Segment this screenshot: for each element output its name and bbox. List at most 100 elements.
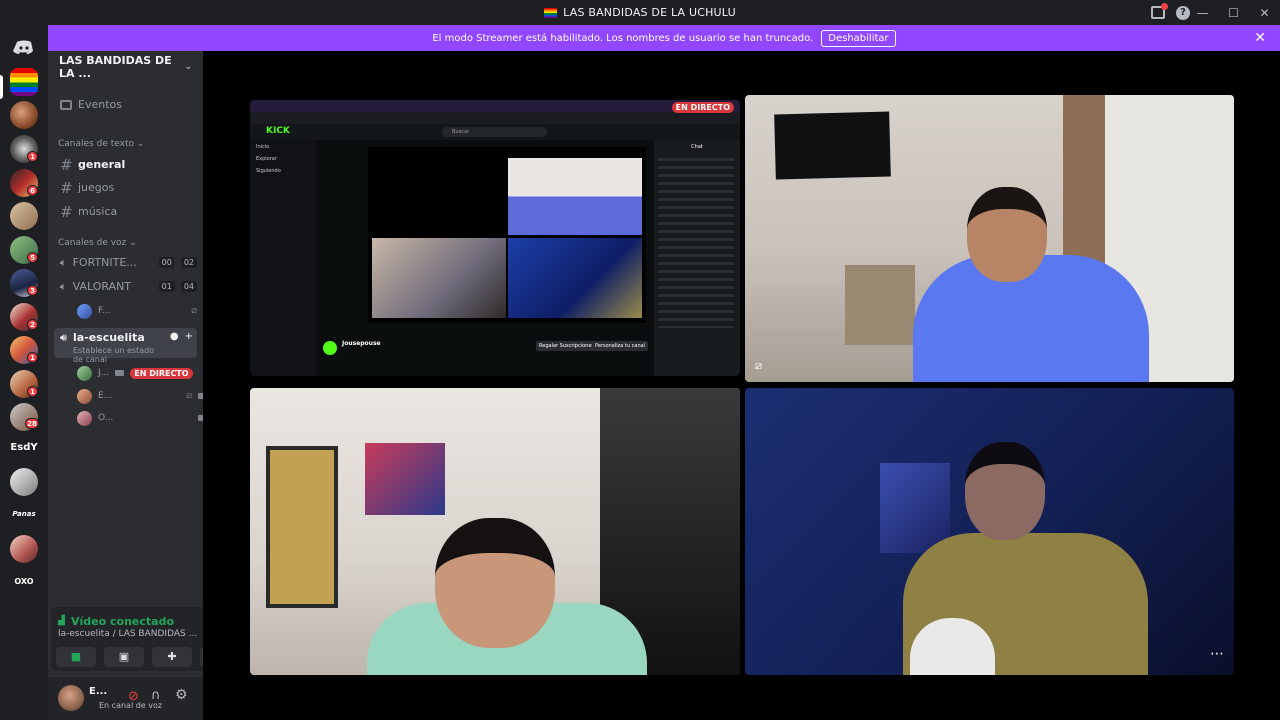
channel-label: la-escuelita — [72, 331, 145, 344]
signal-icon: ▟ — [58, 616, 65, 626]
video-stage: EN DIRECTO KICK Buscar Inicio Explorar S… — [203, 51, 1280, 720]
voice-user[interactable]: O... — [77, 408, 207, 428]
nested-video — [508, 238, 642, 318]
window-controls: — ☐ ✕ — [1187, 0, 1280, 25]
chat-icon[interactable]: ● — [170, 331, 179, 342]
notification-badge: 1 — [27, 386, 38, 397]
server-icon[interactable] — [10, 535, 38, 563]
live-badge: EN DIRECTO — [130, 367, 193, 379]
channel-label: FORTNITE... — [72, 256, 137, 269]
server-icon[interactable] — [10, 101, 38, 129]
camera-button[interactable]: ■ — [56, 647, 96, 667]
active-server-pill — [0, 75, 3, 99]
server-text-panas[interactable]: Panas — [4, 510, 44, 518]
user-limit: 04 — [180, 281, 197, 292]
voice-location[interactable]: la-escuelita / LAS BANDIDAS ... — [58, 629, 197, 639]
voice-user[interactable]: J... EN DIRECTO — [77, 363, 193, 383]
browser-tabs — [250, 100, 740, 112]
muted-mic-icon[interactable]: ⊘ — [128, 689, 139, 704]
server-name: LAS BANDIDAS DE LA ... — [59, 54, 172, 80]
minimize-button[interactable]: — — [1187, 6, 1218, 20]
headphones-icon[interactable]: ∩ — [151, 688, 161, 703]
avatar — [77, 388, 92, 404]
video-tile[interactable]: ⋯ — [745, 388, 1234, 675]
channel-label: general — [78, 158, 126, 171]
close-banner-icon[interactable]: ✕ — [1254, 30, 1266, 46]
server-rail: 1 6 5 3 2 1 1 28 EsdY Panas OXO — [0, 25, 48, 720]
server-icon[interactable] — [10, 468, 38, 496]
channel-juegos[interactable]: # juegos — [54, 177, 197, 198]
kick-nav-item[interactable]: Explorar — [256, 156, 310, 162]
server-text-esdy[interactable]: EsdY — [4, 442, 44, 453]
voice-channel-la-escuelita[interactable]: 🔊︎ la-escuelita Establece un estado de c… — [54, 328, 197, 364]
hash-icon: # — [60, 155, 73, 174]
speaker-icon: 🔈︎ — [60, 255, 67, 269]
discord-home-icon[interactable] — [10, 33, 38, 61]
window-title-text: LAS BANDIDAS DE LA UCHULU — [563, 6, 736, 19]
streamer-name: Jousepouse — [342, 340, 381, 347]
customize-button[interactable]: Personaliza tu canal — [592, 341, 649, 351]
close-window-button[interactable]: ✕ — [1249, 6, 1280, 20]
video-tile[interactable]: ⧄ — [745, 95, 1234, 382]
events-item[interactable]: Eventos — [54, 94, 197, 115]
voice-category-label: Canales de voz — [58, 238, 127, 248]
chat-lines — [658, 158, 734, 328]
server-header[interactable]: LAS BANDIDAS DE LA ... ⌄ — [48, 51, 203, 83]
notification-badge: 28 — [25, 418, 39, 429]
kick-nav-item[interactable]: Siguiendo — [256, 168, 310, 174]
server-icon[interactable] — [10, 202, 38, 230]
avatar — [77, 365, 92, 381]
gear-icon[interactable]: ⚙︎ — [175, 687, 188, 703]
disable-streamer-button[interactable]: Deshabilitar — [821, 29, 896, 47]
inbox-icon[interactable] — [1151, 3, 1168, 19]
notification-badge: 6 — [27, 185, 38, 196]
user-limit: 02 — [180, 257, 197, 268]
user-count: 01 — [158, 281, 175, 292]
calendar-icon — [60, 99, 72, 110]
avatar — [77, 303, 92, 319]
user-count: 00 — [158, 257, 175, 268]
user-name: E... — [89, 686, 108, 697]
browser-address-bar — [250, 112, 740, 124]
video-tile[interactable] — [250, 388, 740, 675]
user-avatar[interactable] — [58, 685, 84, 711]
add-user-icon[interactable]: + — [185, 331, 193, 342]
notification-badge: 1 — [27, 151, 38, 162]
kick-header: KICK Buscar — [250, 124, 740, 140]
hash-icon: # — [60, 202, 73, 221]
nested-video — [508, 158, 642, 235]
search-input[interactable]: Buscar — [442, 127, 547, 137]
channel-general[interactable]: # general — [54, 154, 197, 175]
channel-sidebar: LAS BANDIDAS DE LA ... ⌄ Eventos Canales… — [48, 51, 245, 720]
voice-connected-status[interactable]: Vídeo conectado — [71, 615, 174, 628]
channel-status[interactable]: Establece un estado de canal — [73, 346, 164, 364]
activity-button[interactable]: ✚ — [152, 647, 192, 667]
user-panel: E... En canal de voz ⊘ ∩ ⚙︎ — [48, 677, 203, 720]
subscribe-button[interactable]: Regalar Suscripciones — [536, 341, 598, 351]
server-rainbow-icon[interactable] — [10, 68, 38, 96]
text-category-header[interactable]: Canales de texto ⌄ — [58, 139, 144, 149]
voice-channel-fortnite[interactable]: 🔈︎ FORTNITE... 00 02 — [54, 252, 197, 273]
kick-logo: KICK — [266, 126, 290, 136]
pride-flag-icon — [544, 7, 558, 18]
voice-category-header[interactable]: Canales de voz ⌄ — [58, 238, 137, 248]
title-bar: LAS BANDIDAS DE LA UCHULU ? — ☐ ✕ — [0, 0, 1280, 25]
channel-musica[interactable]: # música — [54, 201, 197, 222]
server-text-oxo[interactable]: OXO — [4, 577, 44, 586]
screen-share-button[interactable]: ▣ — [104, 647, 144, 667]
notification-badge: 3 — [27, 285, 38, 296]
channel-label: juegos — [78, 181, 115, 194]
screen-share-tile[interactable]: EN DIRECTO KICK Buscar Inicio Explorar S… — [250, 100, 740, 376]
channel-label: música — [78, 205, 118, 218]
channel-label: VALORANT — [72, 280, 132, 293]
channel-info: la-escuelita Establece un estado de cana… — [73, 331, 164, 364]
voice-user[interactable]: E... ⧄ — [77, 386, 207, 406]
maximize-button[interactable]: ☐ — [1218, 6, 1249, 20]
voice-user[interactable]: F... ⧄ — [77, 301, 197, 321]
more-options-icon[interactable]: ⋯ — [1210, 646, 1224, 662]
kick-nav-item[interactable]: Inicio — [256, 144, 310, 150]
notification-badge: 5 — [27, 252, 38, 263]
voice-channel-valorant[interactable]: 🔈︎ VALORANT 01 04 — [54, 276, 197, 297]
muted-mic-icon: ⧄ — [755, 359, 762, 372]
speaker-icon: 🔊︎ — [60, 331, 67, 344]
